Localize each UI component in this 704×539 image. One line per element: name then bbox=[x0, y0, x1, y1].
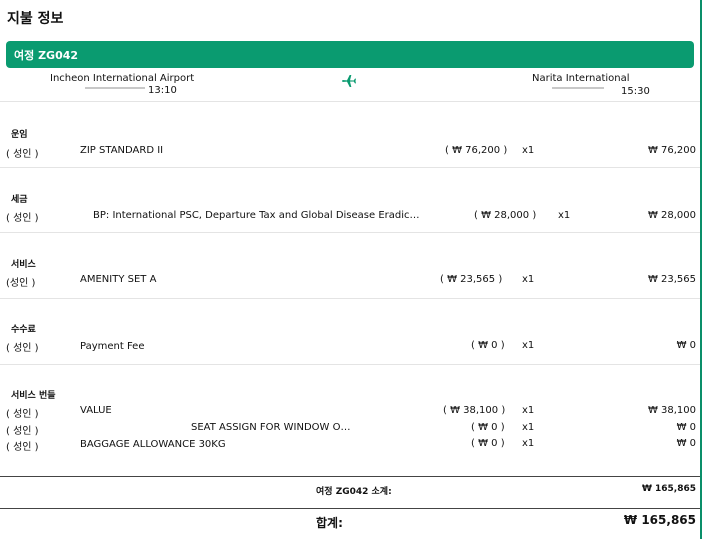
grand-total-value: ₩ 165,865 bbox=[623, 513, 696, 527]
line-item-description: VALUE bbox=[80, 405, 112, 416]
grand-total-label: 합계: bbox=[316, 516, 343, 530]
line-item-amount: ₩ 38,100 bbox=[647, 405, 696, 416]
line-item-amount: ₩ 76,200 bbox=[647, 145, 696, 156]
line-item-quantity: x1 bbox=[522, 422, 535, 433]
line-item-quantity: x1 bbox=[522, 340, 535, 351]
section-divider bbox=[0, 298, 700, 299]
passenger-type: ( 성인 ) bbox=[6, 409, 39, 420]
section-divider bbox=[0, 364, 700, 365]
right-edge-rule bbox=[700, 0, 702, 539]
subtotal-divider bbox=[0, 476, 700, 477]
section-divider bbox=[0, 167, 700, 168]
line-item-description: BAGGAGE ALLOWANCE 30KG bbox=[80, 439, 226, 450]
passenger-type: ( 성인 ) bbox=[6, 442, 39, 453]
line-item-description: BP: International PSC, Departure Tax and… bbox=[93, 210, 420, 221]
line-item-unit-price: ( ₩ 28,000 ) bbox=[474, 210, 537, 221]
line-item-quantity: x1 bbox=[558, 210, 571, 221]
trip-header-bar: 여정 ZG042 bbox=[6, 41, 694, 68]
section-title-service: 서비스 bbox=[11, 260, 36, 270]
passenger-type: ( 성인 ) bbox=[6, 426, 39, 437]
line-item-amount: ₩ 0 bbox=[676, 422, 696, 433]
section-divider bbox=[0, 101, 700, 102]
airplane-icon bbox=[342, 75, 356, 87]
origin-airport: Incheon International Airport bbox=[50, 73, 195, 84]
passenger-type: ( 성인 ) bbox=[6, 213, 39, 224]
trip-subtotal-label: 여정 ZG042 소계: bbox=[316, 487, 392, 497]
line-item-quantity: x1 bbox=[522, 145, 535, 156]
line-item-amount: ₩ 23,565 bbox=[647, 274, 696, 285]
line-item-unit-price: ( ₩ 76,200 ) bbox=[445, 145, 508, 156]
section-title-fare: 운임 bbox=[11, 130, 28, 140]
passenger-type: ( 성인 ) bbox=[6, 343, 39, 354]
origin-masked-info bbox=[85, 87, 145, 89]
line-item-unit-price: ( ₩ 0 ) bbox=[471, 340, 505, 351]
line-item-unit-price: ( ₩ 38,100 ) bbox=[443, 405, 506, 416]
line-item-amount: ₩ 0 bbox=[676, 340, 696, 351]
line-item-description: AMENITY SET A bbox=[80, 274, 157, 285]
page-title: 지불 정보 bbox=[7, 11, 64, 27]
line-item-quantity: x1 bbox=[522, 274, 535, 285]
passenger-type: ( 성인 ) bbox=[6, 149, 39, 160]
section-title-service-bundle: 서비스 번들 bbox=[11, 391, 56, 401]
line-item-description: ZIP STANDARD II bbox=[80, 145, 164, 156]
line-item-amount: ₩ 0 bbox=[676, 438, 696, 449]
line-item-unit-price: ( ₩ 0 ) bbox=[471, 438, 505, 449]
line-item-unit-price: ( ₩ 23,565 ) bbox=[440, 274, 503, 285]
trip-subtotal-value: ₩ 165,865 bbox=[641, 484, 696, 494]
section-title-fee: 수수료 bbox=[11, 325, 36, 335]
line-item-quantity: x1 bbox=[522, 405, 535, 416]
trip-title: 여정 ZG042 bbox=[14, 49, 79, 62]
line-item-unit-price: ( ₩ 0 ) bbox=[471, 422, 505, 433]
line-item-description: SEAT ASSIGN FOR WINDOW O… bbox=[191, 422, 351, 433]
passenger-type: (성인 ) bbox=[6, 278, 36, 289]
destination-masked-info bbox=[552, 87, 604, 89]
line-item-amount: ₩ 28,000 bbox=[647, 210, 696, 221]
total-divider bbox=[0, 508, 700, 509]
destination-time: 15:30 bbox=[621, 86, 650, 97]
section-title-tax: 세금 bbox=[11, 195, 28, 205]
line-item-quantity: x1 bbox=[522, 438, 535, 449]
line-item-description: Payment Fee bbox=[80, 341, 145, 352]
origin-time: 13:10 bbox=[148, 85, 177, 96]
section-divider bbox=[0, 232, 700, 233]
destination-airport: Narita International bbox=[532, 73, 630, 84]
